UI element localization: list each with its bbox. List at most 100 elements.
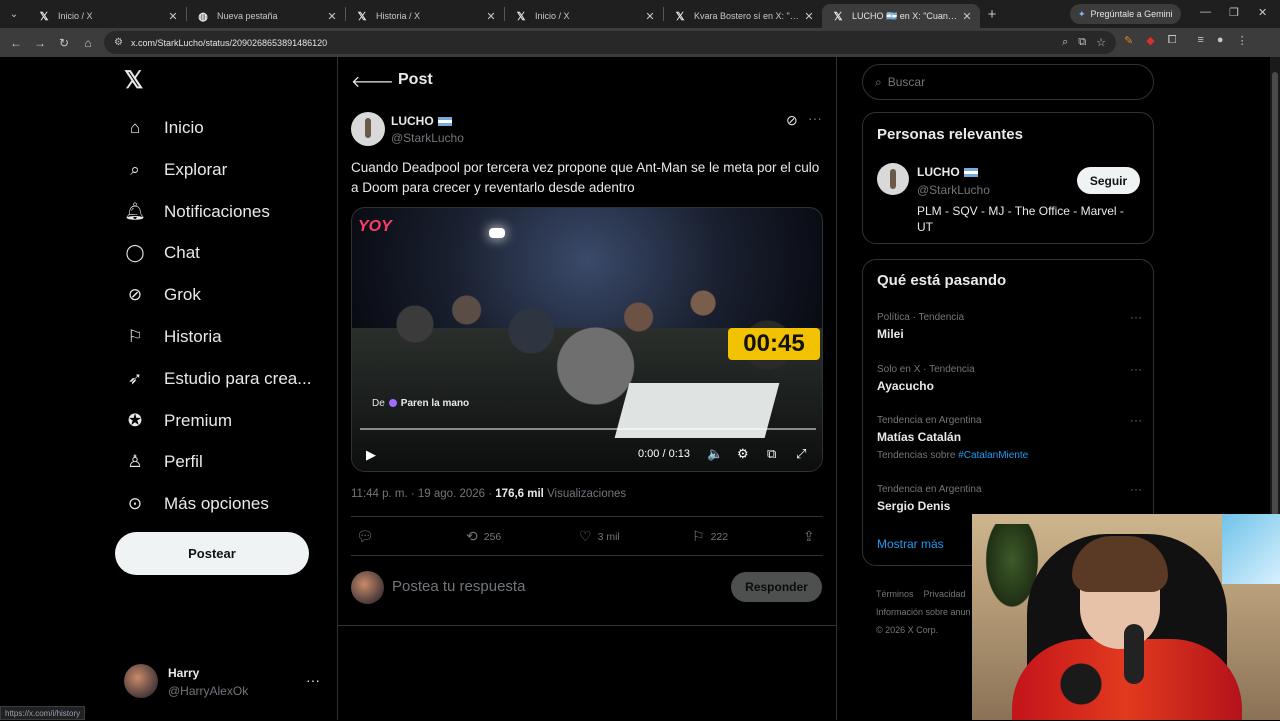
close-tab-icon[interactable]: ✕ xyxy=(643,10,657,23)
browser-tab[interactable]: ◍ Nueva pestaña ✕ xyxy=(187,4,345,28)
profile-icon[interactable]: ● xyxy=(1217,34,1224,47)
footer-link-privacy[interactable]: Privacidad xyxy=(924,589,966,599)
trend-item[interactable]: Tendencia en Argentina Matías Catalán Te… xyxy=(877,413,1142,461)
nav-item-más-opciones[interactable]: ⊙ Más opciones xyxy=(124,484,269,524)
nav-item-grok[interactable]: ⊘ Grok xyxy=(124,275,201,315)
play-icon[interactable]: ▶ xyxy=(366,447,376,463)
gemini-button[interactable]: ✦ Pregúntale a Gemini xyxy=(1070,4,1181,24)
star-icon[interactable]: ☆ xyxy=(1096,36,1106,49)
relevant-name[interactable]: LUCHO xyxy=(917,165,978,179)
zoom-icon[interactable]: ⌕ xyxy=(1062,36,1068,49)
tab-title: Nueva pestaña xyxy=(217,11,278,21)
trend-item[interactable]: Tendencia en Argentina Sergio Denis ··· xyxy=(877,482,1142,513)
pip-icon[interactable]: ⧉ xyxy=(767,446,776,462)
more-icon[interactable]: ··· xyxy=(306,672,320,688)
divider xyxy=(351,516,823,517)
reply-button[interactable]: Responder xyxy=(731,572,822,602)
back-icon[interactable]: ← xyxy=(4,36,28,50)
share-action[interactable]: ⇪ xyxy=(803,528,815,545)
site-info-icon[interactable]: ⚙ xyxy=(114,37,123,48)
footer-link-terms[interactable]: Términos xyxy=(876,589,914,599)
close-window-icon[interactable]: ✕ xyxy=(1258,6,1267,19)
more-icon[interactable]: ··· xyxy=(1130,413,1142,427)
post-timestamp[interactable]: 11:44 p. m. · 19 ago. 2026 · xyxy=(351,488,495,500)
nav-item-premium[interactable]: ✪ Premium xyxy=(124,401,232,441)
nav-item-label: Explorar xyxy=(164,160,228,179)
x-logo-icon: 𝕏 xyxy=(675,10,685,23)
argentina-flag-icon xyxy=(437,117,452,127)
grok-icon[interactable]: ⊘ xyxy=(786,112,798,129)
extension-icon[interactable]: ◆ xyxy=(1146,34,1154,47)
nav-item-estudio-para-crea[interactable]: ➶ Estudio para crea... xyxy=(124,359,312,399)
browser-tab[interactable]: 𝕏 Inicio / X ✕ xyxy=(28,4,186,28)
settings-icon[interactable]: ⚙ xyxy=(737,446,749,462)
video-progress-bar[interactable] xyxy=(360,428,816,430)
video-source[interactable]: De Paren la mano xyxy=(372,398,469,409)
forward-icon[interactable]: → xyxy=(28,36,52,50)
author-avatar[interactable] xyxy=(351,112,385,146)
install-icon[interactable]: ⧉ xyxy=(1078,36,1086,49)
show-more-link[interactable]: Mostrar más xyxy=(877,537,944,551)
nav-item-perfil[interactable]: ♙ Perfil xyxy=(124,442,202,482)
page-title: Post xyxy=(398,71,433,88)
author-handle[interactable]: @StarkLucho xyxy=(391,131,464,145)
address-bar[interactable]: ⚙ x.com/StarkLucho/status/20902686538914… xyxy=(104,31,1116,54)
source-avatar-icon xyxy=(388,399,397,408)
reply-action[interactable]: 💬︎ xyxy=(356,528,374,545)
search-input[interactable]: ⌕ Buscar xyxy=(862,64,1154,100)
tab-search-button[interactable]: ⌄ xyxy=(0,0,28,28)
nav-item-label: Historia xyxy=(164,327,222,346)
new-tab-button[interactable]: + xyxy=(980,6,1004,23)
reload-icon[interactable]: ↻ xyxy=(52,36,76,50)
home-page-icon[interactable]: ⌂ xyxy=(76,36,100,50)
browser-tab[interactable]: 𝕏 Kvara Bostero sí en X: "Doom d✕ xyxy=(664,4,822,28)
avatar[interactable] xyxy=(877,163,909,195)
extension-icon[interactable]: ✎ xyxy=(1124,34,1133,47)
more-icon[interactable]: ··· xyxy=(808,110,822,126)
trend-item[interactable]: Solo en X · Tendencia Ayacucho ··· xyxy=(877,362,1142,393)
like-action[interactable]: ♡ 3 mil xyxy=(579,528,620,545)
puzzle-icon[interactable]: ⧠ xyxy=(1168,34,1177,47)
close-tab-icon[interactable]: ✕ xyxy=(166,10,180,23)
back-arrow-icon[interactable]: 🡐 xyxy=(351,71,394,92)
account-switcher[interactable]: Harry @HarryAlexOk ··· xyxy=(124,664,324,700)
media-icon[interactable]: ≡ xyxy=(1198,34,1204,47)
minimize-icon[interactable]: — xyxy=(1200,6,1211,18)
x-logo-icon[interactable]: 𝕏 xyxy=(124,69,148,93)
browser-tab[interactable]: 𝕏 Historia / X ✕ xyxy=(346,4,504,28)
volume-icon[interactable]: 🔈 xyxy=(707,446,723,462)
close-tab-icon[interactable]: ✕ xyxy=(802,10,816,23)
status-url: https://x.com/i/history xyxy=(0,706,86,720)
post-button[interactable]: Postear xyxy=(115,532,309,575)
browser-tab[interactable]: 𝕏 Inicio / X ✕ xyxy=(505,4,663,28)
search-icon: ⌕ xyxy=(130,160,140,179)
close-tab-icon[interactable]: ✕ xyxy=(960,10,974,23)
browser-tab-active[interactable]: 𝕏 LUCHO 🇦🇷 en X: "Cuando Dead✕ xyxy=(822,4,980,28)
author-name[interactable]: LUCHO xyxy=(391,114,452,128)
more-icon[interactable]: ··· xyxy=(1130,482,1142,496)
trend-item[interactable]: Política · Tendencia Milei ··· xyxy=(877,310,1142,341)
reply-input[interactable]: Postea tu respuesta xyxy=(392,578,525,595)
menu-icon[interactable]: ⋮ xyxy=(1237,34,1248,47)
nav-item-notificaciones[interactable]: 🔔︎ Notificaciones xyxy=(124,192,270,232)
close-tab-icon[interactable]: ✕ xyxy=(484,10,498,23)
trend-hashtag-link[interactable]: #CatalanMiente xyxy=(958,450,1028,461)
rocket-icon: ➶ xyxy=(127,369,143,388)
nav-item-inicio[interactable]: ⌂ Inicio xyxy=(124,108,204,148)
retweet-action[interactable]: ⟲ 256 xyxy=(466,528,501,545)
nav-item-historia[interactable]: ⚐ Historia xyxy=(124,317,222,357)
video-player[interactable]: YOY 00:45 De Paren la mano ▶ 0:00 / 0:13 … xyxy=(351,207,823,472)
trend-context: Solo en X · Tendencia xyxy=(877,364,975,375)
nav-item-label: Más opciones xyxy=(164,494,269,513)
follow-button[interactable]: Seguir xyxy=(1077,167,1140,194)
close-tab-icon[interactable]: ✕ xyxy=(325,10,339,23)
more-icon[interactable]: ··· xyxy=(1130,362,1142,376)
nav-item-explorar[interactable]: ⌕ Explorar xyxy=(124,150,227,190)
fullscreen-icon[interactable]: ⤢ xyxy=(796,446,806,462)
nav-item-chat[interactable]: ◯ Chat xyxy=(124,233,199,273)
bookmark-action[interactable]: ⚐ 222 xyxy=(692,528,728,545)
relevant-handle[interactable]: @StarkLucho xyxy=(917,183,990,197)
more-icon[interactable]: ··· xyxy=(1130,310,1142,324)
footer-link-ads[interactable]: Información sobre anun xyxy=(876,607,971,617)
restore-icon[interactable]: ❐ xyxy=(1229,6,1239,19)
